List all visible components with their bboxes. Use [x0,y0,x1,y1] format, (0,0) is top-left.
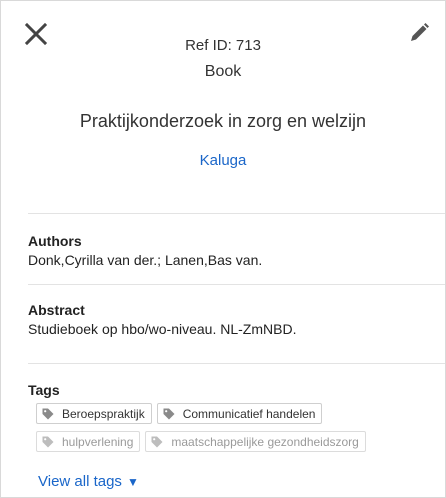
authors-label: Authors [28,233,82,249]
location-link[interactable]: Kaluga [1,152,445,169]
view-all-tags-label: View all tags [38,473,122,490]
reference-type: Book [204,63,242,80]
reference-title: Praktijkonderzoek in zorg en welzijn [79,111,367,131]
tag-icon [42,408,54,419]
tags-label: Tags [28,382,60,398]
reference-detail-panel: Ref ID: 713 Book Praktijkonderzoek in zo… [0,0,446,498]
tag-label: Beroepspraktijk [62,406,145,421]
view-all-tags-link[interactable]: View all tags ▼ [38,473,139,490]
tags-row: hulpverlening maatschappelijke gezondhei… [36,431,366,452]
tag-chip[interactable]: hulpverlening [36,431,141,452]
caret-down-icon: ▼ [126,474,139,489]
tag-chip[interactable]: Beroepspraktijk [36,403,152,424]
tag-icon [42,436,54,447]
authors-value: Donk,Cyrilla van der.; Lanen,Bas van. [28,252,263,268]
tag-label: Communicatief handelen [182,406,316,421]
tag-chip[interactable]: Communicatief handelen [156,403,323,424]
tags-row: Beroepspraktijk Communicatief handelen [36,403,323,424]
tag-icon [151,436,163,447]
tag-chip[interactable]: maatschappelijke gezondheidszorg [145,431,366,452]
abstract-label: Abstract [28,302,85,318]
tag-label: maatschappelijke gezondheidszorg [171,434,359,449]
divider [28,363,445,364]
tag-label: hulpverlening [62,434,134,449]
tag-icon [163,408,175,419]
divider [28,213,445,214]
ref-id: Ref ID: 713 [185,37,261,54]
abstract-value: Studieboek op hbo/wo-niveau. NL-ZmNBD. [28,321,297,337]
divider [28,284,445,285]
